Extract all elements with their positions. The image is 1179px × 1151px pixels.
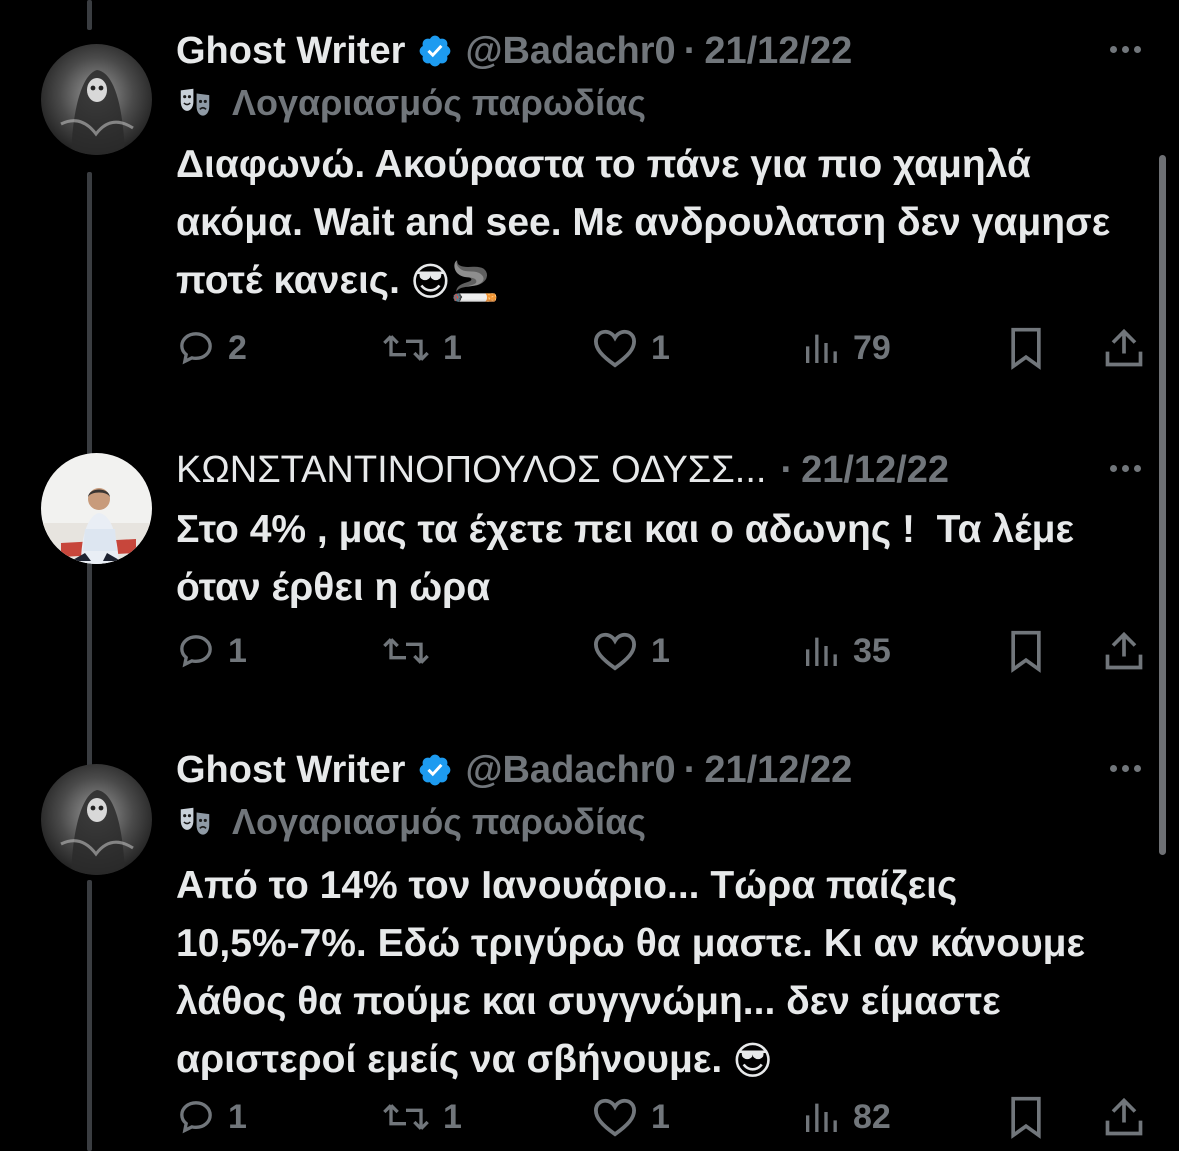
views-button[interactable]: 79 bbox=[801, 323, 891, 373]
tweet-text: Διαφωνώ. Ακούραστα το πάνε για πιο χαμηλ… bbox=[176, 136, 1126, 312]
reply-count: 2 bbox=[228, 328, 247, 367]
speech-bubble-icon bbox=[180, 635, 212, 668]
tweet-date[interactable]: 21/12/22 bbox=[704, 30, 852, 73]
tweet[interactable]: ΚΩΝΣΤΑΝΤΙΝΟΠΟΥΛΟΣ ΟΔΥΣΣ... · 21/12/22 Στ… bbox=[0, 420, 1179, 720]
author-handle[interactable]: @Badachr0 bbox=[465, 30, 675, 73]
share-icon bbox=[1105, 1097, 1143, 1136]
speech-bubble-icon bbox=[180, 332, 212, 365]
bookmark-button[interactable] bbox=[1006, 626, 1046, 676]
bookmark-icon bbox=[1011, 327, 1041, 370]
avatar[interactable] bbox=[41, 44, 152, 155]
parody-label: Λογαριασμός παρωδίας bbox=[176, 795, 1149, 849]
tweet-text: Στο 4% , μας τα έχετε πει και ο αδωνης !… bbox=[176, 508, 1085, 609]
avatar[interactable] bbox=[41, 764, 152, 875]
more-dots-icon[interactable] bbox=[1110, 765, 1141, 772]
retweet-button[interactable]: 1 bbox=[381, 1092, 462, 1142]
action-bar: 1 1 1 82 bbox=[176, 1092, 1148, 1142]
retweet-count: 1 bbox=[443, 328, 462, 367]
views-count: 82 bbox=[853, 1097, 891, 1136]
like-button[interactable]: 1 bbox=[591, 1092, 670, 1142]
verified-badge-icon bbox=[417, 33, 453, 69]
reply-button[interactable]: 1 bbox=[176, 626, 247, 676]
bookmark-button[interactable] bbox=[1006, 323, 1046, 373]
heart-icon bbox=[593, 632, 637, 671]
author-name[interactable]: Ghost Writer bbox=[176, 749, 405, 792]
separator-dot: · bbox=[683, 748, 697, 791]
retweet-icon bbox=[383, 1104, 429, 1130]
retweet-icon bbox=[383, 638, 429, 664]
avatar[interactable] bbox=[41, 453, 152, 564]
heart-icon bbox=[593, 1098, 637, 1137]
share-button[interactable] bbox=[1102, 626, 1146, 676]
share-icon bbox=[1105, 631, 1143, 670]
heart-icon bbox=[593, 329, 637, 368]
reply-button[interactable]: 1 bbox=[176, 1092, 247, 1142]
emoji: 😎🚬 bbox=[409, 260, 500, 304]
tweet-header: Ghost Writer @Badachr0 · 21/12/22 bbox=[176, 26, 1149, 76]
views-count: 79 bbox=[853, 328, 891, 367]
bookmark-icon bbox=[1011, 630, 1041, 673]
more-dots-icon[interactable] bbox=[1110, 46, 1141, 53]
bar-chart-icon bbox=[806, 1103, 837, 1132]
retweet-button[interactable] bbox=[381, 626, 443, 676]
like-count: 1 bbox=[651, 1097, 670, 1136]
share-icon bbox=[1105, 328, 1143, 367]
action-bar: 1 1 35 bbox=[176, 626, 1148, 676]
author-name[interactable]: Ghost Writer bbox=[176, 30, 405, 73]
like-button[interactable]: 1 bbox=[591, 323, 670, 373]
theater-mask-icon bbox=[180, 807, 210, 835]
reply-count: 1 bbox=[228, 1097, 247, 1136]
tweet[interactable]: Ghost Writer @Badachr0 · 21/12/22 Λογαρι… bbox=[0, 720, 1179, 1151]
views-button[interactable]: 35 bbox=[801, 626, 891, 676]
bar-chart-icon bbox=[806, 334, 837, 363]
retweet-button[interactable]: 1 bbox=[381, 323, 462, 373]
reply-button[interactable]: 2 bbox=[176, 323, 247, 373]
bookmark-button[interactable] bbox=[1006, 1092, 1046, 1142]
theater-mask-icon bbox=[180, 88, 210, 116]
bar-chart-icon bbox=[806, 637, 837, 666]
separator-dot: · bbox=[780, 448, 794, 491]
separator-dot: · bbox=[683, 29, 697, 72]
like-button[interactable]: 1 bbox=[591, 626, 670, 676]
parody-label-text: Λογαριασμός παρωδίας bbox=[232, 801, 646, 842]
parody-label: Λογαριασμός παρωδίας bbox=[176, 76, 1149, 130]
tweet-date[interactable]: 21/12/22 bbox=[704, 749, 852, 792]
tweet-text-body: Από το 14% τον Ιανουάριο... Τώρα παίζεις… bbox=[176, 864, 1096, 1081]
tweet-text: Από το 14% τον Ιανουάριο... Τώρα παίζεις… bbox=[176, 857, 1111, 1091]
retweet-icon bbox=[383, 335, 429, 361]
tweet-date[interactable]: 21/12/22 bbox=[801, 449, 949, 492]
emoji: 😎 bbox=[732, 1039, 773, 1083]
bookmark-icon bbox=[1011, 1096, 1041, 1139]
action-bar: 2 1 1 79 bbox=[176, 323, 1148, 373]
tweet-header: Ghost Writer @Badachr0 · 21/12/22 bbox=[176, 745, 1149, 795]
speech-bubble-icon bbox=[180, 1101, 212, 1134]
views-button[interactable]: 82 bbox=[801, 1092, 891, 1142]
share-button[interactable] bbox=[1102, 323, 1146, 373]
author-name[interactable]: ΚΩΝΣΤΑΝΤΙΝΟΠΟΥΛΟΣ ΟΔΥΣΣ... bbox=[176, 449, 766, 492]
like-count: 1 bbox=[651, 631, 670, 670]
share-button[interactable] bbox=[1102, 1092, 1146, 1142]
tweet[interactable]: Ghost Writer @Badachr0 · 21/12/22 Λογαρι… bbox=[0, 0, 1179, 400]
reply-count: 1 bbox=[228, 631, 247, 670]
tweet-text-body: Διαφωνώ. Ακούραστα το πάνε για πιο χαμηλ… bbox=[176, 143, 1122, 302]
like-count: 1 bbox=[651, 328, 670, 367]
views-count: 35 bbox=[853, 631, 891, 670]
verified-badge-icon bbox=[417, 752, 453, 788]
more-dots-icon[interactable] bbox=[1110, 465, 1141, 472]
author-handle[interactable]: @Badachr0 bbox=[465, 749, 675, 792]
tweet-header: ΚΩΝΣΤΑΝΤΙΝΟΠΟΥΛΟΣ ΟΔΥΣΣ... · 21/12/22 bbox=[176, 445, 1149, 495]
parody-label-text: Λογαριασμός παρωδίας bbox=[232, 82, 646, 123]
retweet-count: 1 bbox=[443, 1097, 462, 1136]
